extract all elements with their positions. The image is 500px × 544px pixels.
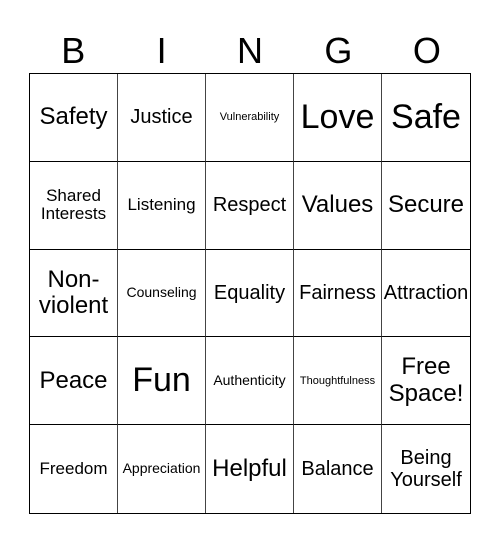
header-letter-g: G (324, 30, 353, 71)
header-letter-n: N (237, 30, 264, 71)
header-letter-b: B (61, 30, 86, 71)
header-letter-i: I (156, 30, 167, 71)
bingo-cell[interactable]: Vulnerability (206, 74, 294, 162)
bingo-cell[interactable]: Safe (382, 74, 470, 162)
bingo-cell[interactable]: Freedom (30, 425, 118, 513)
bingo-cell[interactable]: Attraction (382, 250, 470, 338)
bingo-cell[interactable]: Values (294, 161, 382, 250)
bingo-cell[interactable]: Balance (294, 425, 382, 513)
bingo-cell[interactable]: Listening (118, 161, 206, 250)
bingo-cell[interactable]: Appreciation (118, 425, 206, 513)
bingo-cell[interactable]: Counseling (118, 249, 206, 338)
bingo-cell[interactable]: Fun (118, 337, 206, 426)
bingo-cell[interactable]: Love (294, 74, 382, 162)
free-space-cell[interactable]: Free Space! (382, 337, 470, 426)
bingo-cell[interactable]: Thoughtfulness (294, 337, 382, 426)
bingo-cell[interactable]: Being Yourself (382, 425, 470, 513)
bingo-cell[interactable]: Peace (30, 337, 118, 426)
bingo-cell[interactable]: Shared Interests (30, 161, 118, 250)
bingo-cell[interactable]: Secure (382, 162, 470, 250)
bingo-cell[interactable]: Authenticity (206, 337, 294, 426)
bingo-cell[interactable]: Respect (206, 161, 294, 250)
bingo-cell[interactable]: Helpful (206, 425, 294, 513)
bingo-header: B I N G O (29, 28, 471, 74)
bingo-cell[interactable]: Equality (206, 249, 294, 338)
bingo-cell[interactable]: Safety (30, 74, 118, 162)
header-letter-o: O (412, 30, 441, 71)
bingo-cell[interactable]: Fairness (294, 249, 382, 338)
bingo-cell[interactable]: Non-violent (30, 249, 118, 338)
bingo-board: Safety Justice Vulnerability Love Safe S… (29, 73, 471, 514)
bingo-cell[interactable]: Justice (118, 74, 206, 162)
